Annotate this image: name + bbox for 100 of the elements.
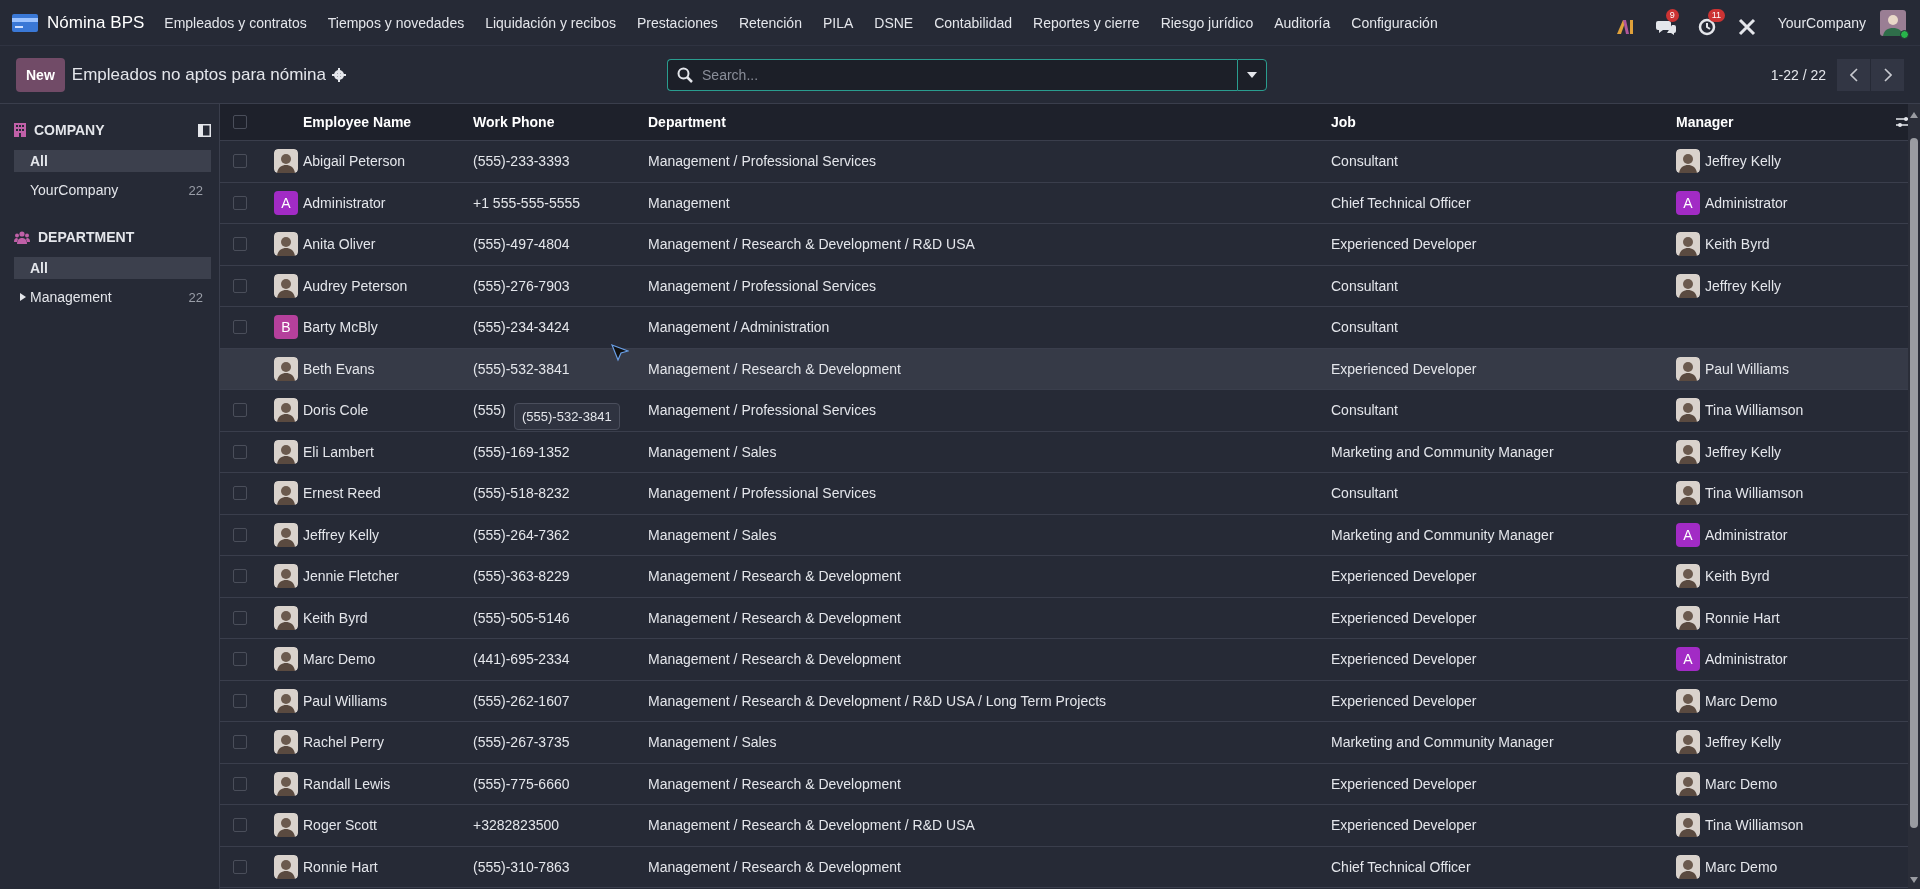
table-row[interactable]: Rachel Perry (555)-267-3735 Management / Sales Marketing and Community Manager Jeffrey Kelly [220,722,1908,764]
table-row[interactable]: Jennie Fletcher (555)-363-8229 Management / Research & Development Experienced Developer Keith Byrd [220,556,1908,598]
row-checkbox[interactable] [233,610,247,625]
filter-section-title: DEPARTMENT [38,229,135,245]
avatar-silhouette [274,564,298,589]
table-row[interactable]: Ernest Reed (555)-518-8232 Management / Professional Services Consultant Tina Williamson [220,473,1908,515]
avatar-silhouette [274,273,298,298]
column-header[interactable]: Work Phone [473,114,555,130]
department-name: Management / Research & Development / R&D USA / Long Term Projects [648,692,1107,709]
job-title: Chief Technical Officer [1331,194,1471,211]
manager-name: Jeffrey Kelly [1705,153,1781,170]
new-button[interactable]: New [16,57,65,92]
row-checkbox[interactable] [233,776,247,791]
search-dropdown-button[interactable] [1237,58,1268,91]
row-checkbox[interactable] [233,486,247,501]
menu-item[interactable]: Empleados y contratos [164,14,307,31]
mouse-cursor-icon [611,344,629,362]
employee-name: Abigail Peterson [303,153,405,170]
menu-item[interactable]: Liquidación y recibos [485,14,616,31]
next-page-button[interactable] [1871,58,1904,91]
row-checkbox[interactable] [233,154,247,169]
filter-item[interactable]: Management 22 [14,286,211,308]
avatar-silhouette [274,854,298,879]
row-checkbox[interactable] [233,320,247,335]
user-avatar[interactable] [1880,9,1906,36]
menu-item[interactable]: Riesgo jurídico [1160,14,1254,31]
avatar-silhouette [1676,356,1700,381]
employee-name: Anita Oliver [303,236,376,253]
activity-button[interactable]: 11 [1697,9,1724,36]
row-checkbox[interactable] [233,818,247,833]
menu-item[interactable]: Reportes y cierre [1033,14,1140,31]
table-row[interactable]: A Administrator +1 555-555-5555 Management Chief Technical Officer A Administrator [220,182,1908,224]
company-switcher[interactable]: YourCompany [1777,14,1866,31]
manager-name: Ronnie Hart [1705,609,1780,626]
table-row[interactable]: Eli Lambert (555)-169-1352 Management / Sales Marketing and Community Manager Jeffrey Kelly [220,431,1908,473]
department-name: Management / Research & Development [648,651,901,668]
row-checkbox[interactable] [233,652,247,667]
table-row[interactable]: Keith Byrd (555)-505-5146 Management / Research & Development Experienced Developer Ronnie Hart [220,597,1908,639]
filter-item[interactable]: All [14,150,211,172]
row-checkbox[interactable] [233,527,247,542]
avatar-silhouette [274,398,298,423]
menu-item[interactable]: Configuración [1351,14,1438,31]
menu-item[interactable]: PILA [822,14,854,31]
chat-button[interactable]: 9 [1655,9,1684,36]
table-row[interactable]: Audrey Peterson (555)-276-7903 Management / Professional Services Consultant Jeffrey Kelly [220,265,1908,307]
row-checkbox[interactable] [233,859,247,874]
menu-item[interactable]: Prestaciones [636,14,718,31]
clock-icon [1697,18,1716,36]
manager-name: Jeffrey Kelly [1705,277,1781,294]
chevron-right-icon [1883,67,1892,82]
user-silhouette-icon [1880,9,1906,36]
phone-number: (555)-233-3393 [473,153,570,170]
scrollbar[interactable] [1908,104,1920,889]
menu-item[interactable]: DSNE [874,14,914,31]
column-header[interactable]: Manager [1676,114,1734,130]
table-row[interactable]: Jeffrey Kelly (555)-264-7362 Management / Sales Marketing and Community Manager A Administrator [220,514,1908,556]
app-icon [12,13,38,32]
menu-item[interactable]: Contabilidad [934,14,1013,31]
menu-item[interactable]: Tiempos y novedades [327,14,465,31]
table-row[interactable]: Beth Evans (555)-532-3841 Management / Research & Development Experienced Developer Paul Williams [220,348,1908,390]
department-name: Management / Professional Services [648,277,876,294]
filter-item[interactable]: YourCompany 22 [14,179,211,201]
notification-badge: 11 [1707,9,1726,22]
search-field[interactable]: Search... [667,58,1238,91]
menu-item[interactable]: Auditoría [1274,14,1331,31]
filter-item[interactable]: All [14,257,211,279]
row-checkbox[interactable] [233,693,247,708]
phone-number: (555)-363-8229 [473,568,570,585]
table-row[interactable]: B Barty McBly (555)-234-3424 Management / Administration Consultant [220,307,1908,349]
column-header[interactable]: Department [648,114,726,130]
search-icon [677,66,694,83]
department-name: Management / Sales [648,734,777,751]
row-checkbox[interactable] [233,278,247,293]
row-checkbox[interactable] [233,735,247,750]
row-checkbox[interactable] [233,403,247,418]
job-title: Consultant [1331,153,1398,170]
phone-number: (555)-775-6660 [473,775,570,792]
table-row[interactable]: Randall Lewis (555)-775-6660 Management / Research & Development Experienced Developer Marc Demo [220,763,1908,805]
avatar-silhouette [274,522,298,547]
menu-item[interactable]: Retención [738,14,802,31]
manager-name: Administrator [1705,194,1788,211]
app-name[interactable]: Nómina BPS [47,12,145,33]
column-header[interactable]: Employee Name [303,114,412,130]
table-row[interactable]: Anita Oliver (555)-497-4804 Management / Research & Development / R&D USA Experienced Developer Keith Byrd [220,224,1908,266]
row-checkbox[interactable] [233,444,247,459]
table-row[interactable]: Roger Scott +3282823500 Management / Research & Development / R&D USA Experienced Developer Tina Williamson [220,805,1908,847]
select-all-checkbox[interactable] [233,115,247,129]
phone-number: (441)-695-2334 [473,651,570,668]
row-checkbox[interactable] [233,237,247,252]
pager-value: 1-22 / 22 [1770,66,1826,83]
row-checkbox[interactable] [233,569,247,584]
table-row[interactable]: Paul Williams (555)-262-1607 Management / Research & Development / R&D USA / Long Term Projects Experienced Developer Marc Demo [220,680,1908,722]
table-row[interactable]: Ronnie Hart (555)-310-7863 Management / Research & Development Chief Technical Officer Marc Demo [220,846,1908,888]
phone-number: (555)-497-4804 [473,236,570,253]
table-row[interactable]: Marc Demo (441)-695-2334 Management / Research & Development Experienced Developer A Administrator [220,639,1908,681]
row-checkbox[interactable] [233,195,247,210]
column-header[interactable]: Job [1331,114,1356,130]
previous-page-button[interactable] [1837,58,1870,91]
department-name: Management / Research & Development [648,360,901,377]
table-row[interactable]: Abigail Peterson (555)-233-3393 Management / Professional Services Consultant Jeffrey Kelly [220,141,1908,183]
